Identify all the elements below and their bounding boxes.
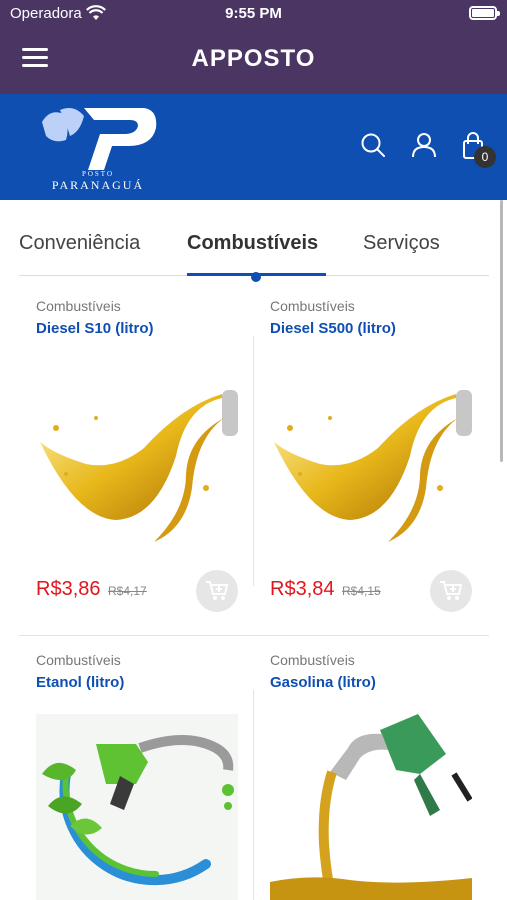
status-time: 9:55 PM xyxy=(225,5,282,22)
product-name[interactable]: Diesel S500 (litro) xyxy=(270,320,396,337)
product-name[interactable]: Diesel S10 (litro) xyxy=(36,320,154,337)
product-category: Combustíveis xyxy=(36,652,121,668)
gasoline-nozzle-image[interactable] xyxy=(270,714,472,900)
active-tab-dot xyxy=(251,272,261,282)
row-divider xyxy=(19,635,489,636)
product-category: Combustíveis xyxy=(270,298,355,314)
app-bar: Operadora 9:55 PM APPOSTO xyxy=(0,0,507,94)
store-header: POSTO PARANAGUÁ xyxy=(0,94,507,200)
product-old-price: R$4,17 xyxy=(108,584,147,598)
product-name[interactable]: Etanol (litro) xyxy=(36,674,124,691)
store-name-line1: POSTO xyxy=(81,170,115,178)
oil-pour-image[interactable] xyxy=(270,378,472,558)
product-price: R$3,84 xyxy=(270,578,335,600)
cart-count-badge: 0 xyxy=(474,146,496,168)
app-logo: APPOSTO xyxy=(191,45,316,72)
column-divider xyxy=(253,690,254,900)
product-name[interactable]: Gasolina (litro) xyxy=(270,674,376,691)
scrollbar[interactable] xyxy=(500,200,503,462)
store-name: POSTO PARANAGUÁ xyxy=(40,170,156,193)
tab-combustiveis[interactable]: Combustíveis xyxy=(187,232,318,255)
tab-servicos[interactable]: Serviços xyxy=(363,232,440,255)
store-name-line2: PARANAGUÁ xyxy=(51,178,145,192)
product-category: Combustíveis xyxy=(36,298,121,314)
oil-pour-image[interactable] xyxy=(36,378,238,558)
product-old-price: R$4,15 xyxy=(342,584,381,598)
battery-icon xyxy=(469,6,500,20)
status-bar: Operadora 9:55 PM xyxy=(0,0,507,28)
add-to-cart-button[interactable] xyxy=(430,570,472,612)
category-tabs: Conveniência Combustíveis Serviços xyxy=(19,210,489,282)
user-icon[interactable] xyxy=(411,132,437,158)
product-price: R$3,86 xyxy=(36,578,101,600)
add-to-cart-button[interactable] xyxy=(196,570,238,612)
ethanol-nozzle-image[interactable] xyxy=(36,714,238,900)
product-category: Combustíveis xyxy=(270,652,355,668)
tab-conveniencia[interactable]: Conveniência xyxy=(19,232,140,255)
search-icon[interactable] xyxy=(360,132,386,158)
column-divider xyxy=(253,336,254,586)
